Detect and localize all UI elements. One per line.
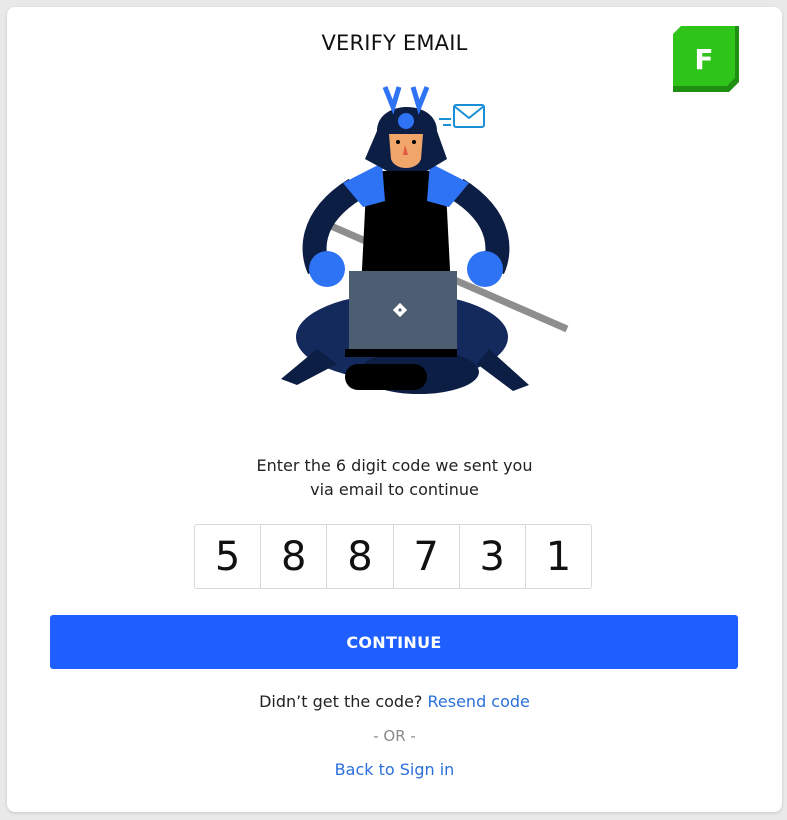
back-row: Back to Sign in: [7, 760, 782, 779]
samurai-illustration: [281, 86, 569, 394]
code-digit-3[interactable]: 8: [327, 525, 394, 588]
instruction-text: Enter the 6 digit code we sent you via e…: [7, 454, 782, 502]
envelope-icon: [439, 104, 485, 128]
resend-row: Didn’t get the code? Resend code: [7, 692, 782, 711]
code-digit-5[interactable]: 3: [460, 525, 526, 588]
verify-email-card: VERIFY EMAIL F Enter the 6 digit code we…: [7, 7, 782, 812]
resend-code-link[interactable]: Resend code: [428, 692, 530, 711]
instruction-line-1: Enter the 6 digit code we sent you: [256, 456, 533, 475]
brand-logo: F: [673, 26, 739, 92]
continue-button[interactable]: CONTINUE: [50, 615, 738, 669]
brand-logo-letter: F: [694, 43, 713, 76]
code-digit-6[interactable]: 1: [526, 525, 591, 588]
instruction-line-2: via email to continue: [310, 480, 479, 499]
code-digit-4[interactable]: 7: [394, 525, 460, 588]
code-digit-1[interactable]: 5: [195, 525, 262, 588]
code-digit-2[interactable]: 8: [261, 525, 328, 588]
or-divider: - OR -: [373, 727, 416, 745]
resend-prompt: Didn’t get the code?: [259, 692, 423, 711]
back-to-sign-in-link[interactable]: Back to Sign in: [335, 760, 455, 779]
page-title: VERIFY EMAIL: [321, 31, 468, 55]
verification-code-input: 5 8 8 7 3 1: [194, 524, 592, 589]
